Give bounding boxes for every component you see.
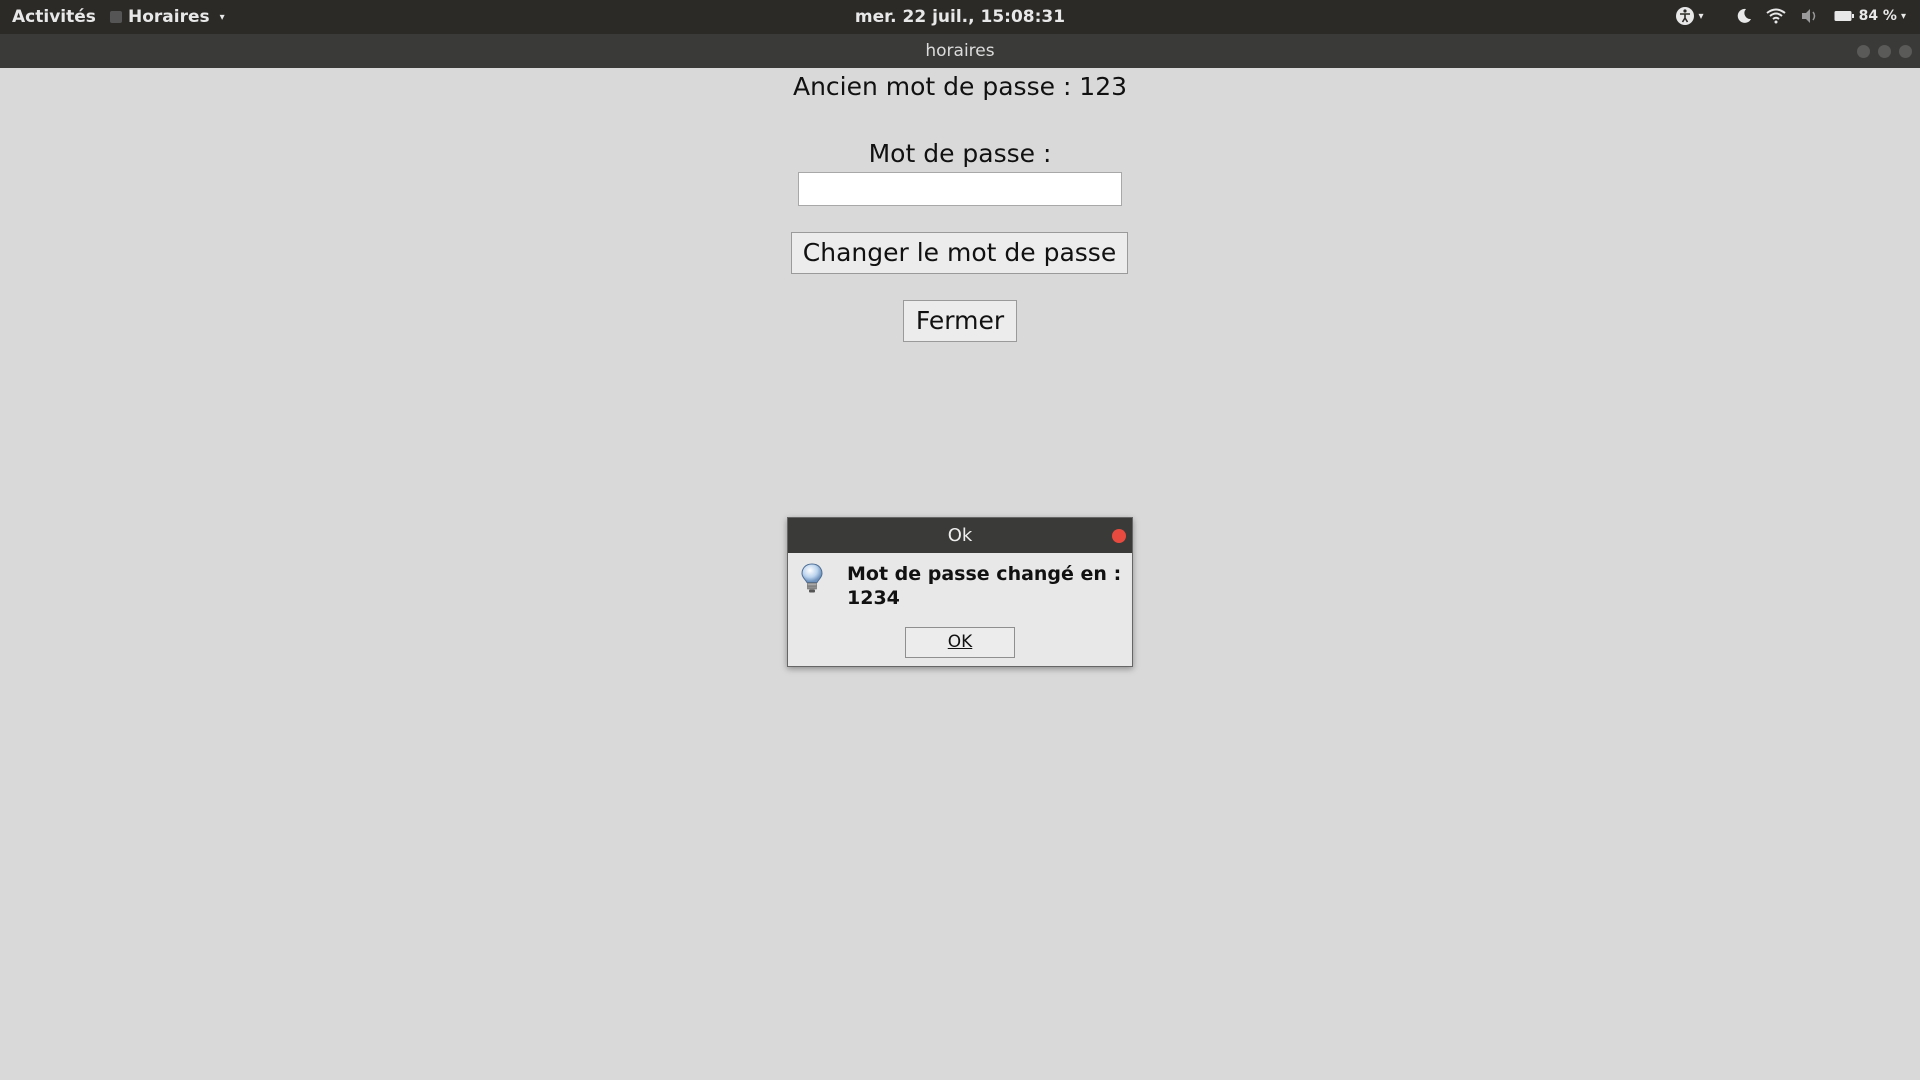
clock[interactable]: mer. 22 juil., 15:08:31 — [855, 7, 1065, 27]
app-menu[interactable]: Horaires ▾ — [110, 7, 225, 27]
app-menu-label: Horaires — [128, 7, 210, 27]
old-password-label: Ancien mot de passe : 123 — [792, 72, 1128, 101]
accessibility-icon[interactable]: ▾ — [1675, 6, 1704, 26]
dialog-ok-button[interactable]: OK — [905, 627, 1015, 658]
activities-button[interactable]: Activités — [12, 7, 96, 27]
clock-container: mer. 22 juil., 15:08:31 — [0, 7, 1920, 27]
dialog-title-bar[interactable]: Ok — [788, 518, 1132, 553]
close-button[interactable]: Fermer — [903, 300, 1017, 342]
window-title-bar[interactable]: horaires — [0, 34, 1920, 68]
app-icon — [110, 11, 122, 23]
password-input[interactable] — [798, 172, 1122, 206]
chevron-down-icon: ▾ — [219, 11, 225, 23]
change-password-button[interactable]: Changer le mot de passe — [791, 232, 1128, 274]
dialog-title: Ok — [947, 525, 973, 546]
night-light-icon[interactable] — [1736, 8, 1752, 24]
password-label: Mot de passe : — [868, 139, 1052, 168]
system-tray[interactable]: ▾ 84 % ▾ — [1675, 6, 1906, 26]
confirmation-dialog: Ok Mot de passe changé en : 1234 OK — [787, 517, 1133, 667]
lightbulb-icon — [800, 563, 824, 599]
wifi-icon[interactable] — [1765, 8, 1786, 24]
window-controls — [1857, 45, 1912, 58]
gnome-top-bar: Activités Horaires ▾ mer. 22 juil., 15:0… — [0, 0, 1920, 34]
chevron-down-icon: ▾ — [1698, 10, 1704, 22]
battery-percentage: 84 % — [1858, 8, 1897, 24]
chevron-down-icon: ▾ — [1900, 10, 1906, 22]
dialog-close-button[interactable] — [1112, 529, 1126, 543]
minimize-button[interactable] — [1857, 45, 1870, 58]
dialog-message: Mot de passe changé en : 1234 — [847, 563, 1122, 609]
volume-icon[interactable] — [1800, 8, 1820, 24]
battery-indicator[interactable]: 84 % ▾ — [1834, 8, 1906, 24]
maximize-button[interactable] — [1878, 45, 1891, 58]
window-title: horaires — [925, 41, 995, 61]
close-window-button[interactable] — [1899, 45, 1912, 58]
battery-icon — [1834, 11, 1854, 21]
